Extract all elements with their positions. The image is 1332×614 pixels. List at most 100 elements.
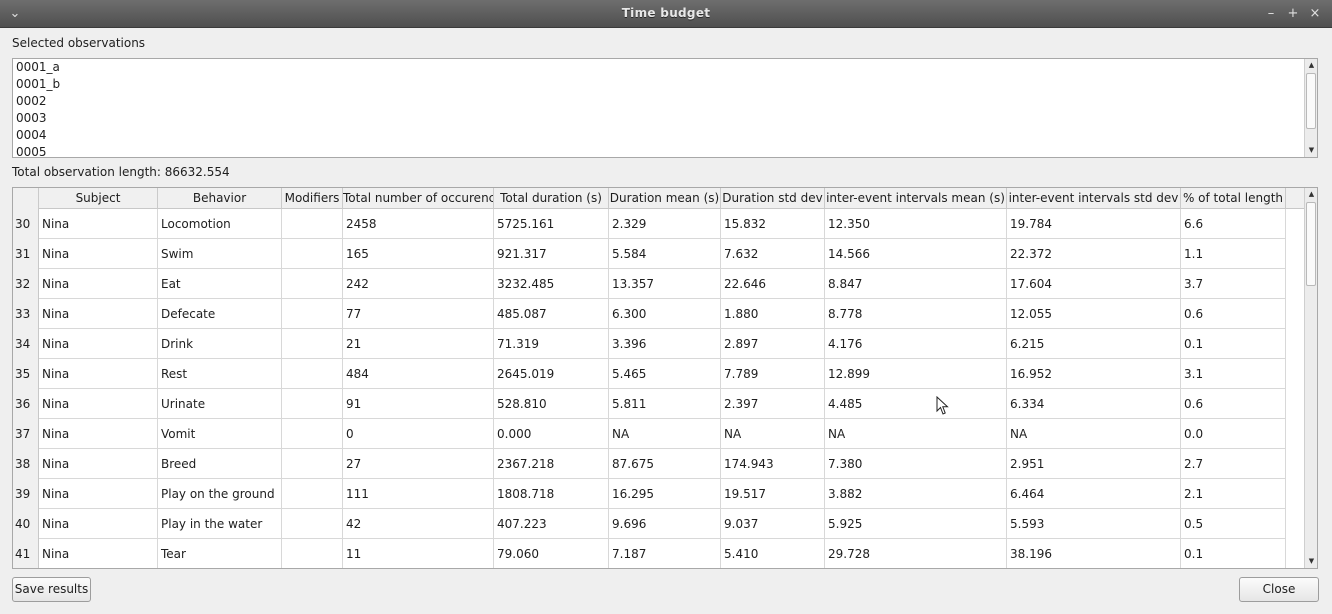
table-cell[interactable]: 16.295	[609, 479, 721, 509]
table-cell[interactable]: Rest	[158, 359, 282, 389]
table-cell[interactable]: Nina	[39, 479, 158, 509]
table-row[interactable]: 30 Nina Locomotion 2458 5725.161 2.329 15.832 1…	[13, 209, 1286, 239]
column-header[interactable]: Total number of occurences	[343, 188, 494, 209]
table-cell[interactable]: 7.632	[721, 239, 825, 269]
table-cell[interactable]: Eat	[158, 269, 282, 299]
table-cell[interactable]: 5.584	[609, 239, 721, 269]
table-cell[interactable]: Vomit	[158, 419, 282, 449]
table-cell[interactable]: 19.784	[1007, 209, 1181, 239]
minimize-icon[interactable]: –	[1262, 5, 1280, 23]
table-cell[interactable]: 12.055	[1007, 299, 1181, 329]
table-row[interactable]: 34 Nina Drink 21 71.319 3.396 2.897 4.176 6.215 0…	[13, 329, 1286, 359]
row-number[interactable]: 39	[13, 479, 39, 509]
table-cell[interactable]: 2.1	[1181, 479, 1286, 509]
close-button[interactable]: Close	[1239, 577, 1319, 602]
table-cell[interactable]	[282, 419, 343, 449]
table-cell[interactable]: 2645.019	[494, 359, 609, 389]
column-header[interactable]: Subject	[39, 188, 158, 209]
table-cell[interactable]: Play on the ground	[158, 479, 282, 509]
table-cell[interactable]: 29.728	[825, 539, 1007, 568]
table-cell[interactable]: Nina	[39, 209, 158, 239]
table-cell[interactable]: 38.196	[1007, 539, 1181, 568]
table-cell[interactable]	[282, 509, 343, 539]
table-cell[interactable]: 6.215	[1007, 329, 1181, 359]
table-cell[interactable]: Tear	[158, 539, 282, 568]
table-cell[interactable]: 7.789	[721, 359, 825, 389]
table-cell[interactable]: 77	[343, 299, 494, 329]
table-cell[interactable]: Nina	[39, 509, 158, 539]
table-cell[interactable]	[282, 329, 343, 359]
table-cell[interactable]: Nina	[39, 329, 158, 359]
table-cell[interactable]: Nina	[39, 539, 158, 568]
column-header[interactable]: % of total length	[1181, 188, 1286, 209]
maximize-icon[interactable]: +	[1284, 5, 1302, 23]
table-cell[interactable]: 0.5	[1181, 509, 1286, 539]
table-cell[interactable]	[282, 239, 343, 269]
table-cell[interactable]: 484	[343, 359, 494, 389]
table-row[interactable]: 36 Nina Urinate 91 528.810 5.811 2.397 4.485 6.3…	[13, 389, 1286, 419]
observations-scrollbar[interactable]: ▲ ▼	[1304, 59, 1317, 157]
table-cell[interactable]: 3.1	[1181, 359, 1286, 389]
table-cell[interactable]: Defecate	[158, 299, 282, 329]
table-cell[interactable]: 2367.218	[494, 449, 609, 479]
column-header[interactable]: Modifiers	[282, 188, 343, 209]
table-cell[interactable]: 3.7	[1181, 269, 1286, 299]
observation-item[interactable]: 0001_b	[13, 76, 1317, 93]
table-cell[interactable]: Nina	[39, 269, 158, 299]
column-header[interactable]: inter-event intervals std dev	[1007, 188, 1181, 209]
table-cell[interactable]: 2.7	[1181, 449, 1286, 479]
row-number[interactable]: 33	[13, 299, 39, 329]
row-number[interactable]: 38	[13, 449, 39, 479]
column-header[interactable]: Duration mean (s)	[609, 188, 721, 209]
table-row[interactable]: 33 Nina Defecate 77 485.087 6.300 1.880 8.778 12…	[13, 299, 1286, 329]
table-cell[interactable]: Nina	[39, 389, 158, 419]
table-cell[interactable]: Drink	[158, 329, 282, 359]
close-icon[interactable]: ×	[1306, 5, 1324, 23]
table-row[interactable]: 38 Nina Breed 27 2367.218 87.675 174.943 7.380 2…	[13, 449, 1286, 479]
table-cell[interactable]: 5.925	[825, 509, 1007, 539]
table-cell[interactable]: 174.943	[721, 449, 825, 479]
table-cell[interactable]: 0.000	[494, 419, 609, 449]
table-cell[interactable]: 2.329	[609, 209, 721, 239]
table-row[interactable]: 41 Nina Tear 11 79.060 7.187 5.410 29.728 38.196…	[13, 539, 1286, 568]
table-cell[interactable]: 6.334	[1007, 389, 1181, 419]
column-header[interactable]: Duration std dev	[721, 188, 825, 209]
observations-list[interactable]: 0001_a 0001_b 0002 0003 0004 0005 ▲ ▼	[12, 58, 1318, 158]
table-cell[interactable]: 1.880	[721, 299, 825, 329]
table-cell[interactable]: 17.604	[1007, 269, 1181, 299]
table-cell[interactable]	[282, 209, 343, 239]
table-cell[interactable]: 3.396	[609, 329, 721, 359]
table-cell[interactable]: Swim	[158, 239, 282, 269]
row-number[interactable]: 36	[13, 389, 39, 419]
row-number[interactable]: 31	[13, 239, 39, 269]
table-cell[interactable]: NA	[721, 419, 825, 449]
observation-item[interactable]: 0005	[13, 144, 1317, 157]
table-cell[interactable]: Locomotion	[158, 209, 282, 239]
row-number[interactable]: 37	[13, 419, 39, 449]
table-cell[interactable]: 87.675	[609, 449, 721, 479]
table-cell[interactable]: 5.410	[721, 539, 825, 568]
table-cell[interactable]: Nina	[39, 299, 158, 329]
row-number[interactable]: 40	[13, 509, 39, 539]
scroll-up-icon[interactable]: ▲	[1305, 188, 1317, 201]
table-cell[interactable]: 8.847	[825, 269, 1007, 299]
table-cell[interactable]	[282, 299, 343, 329]
table-cell[interactable]: Nina	[39, 449, 158, 479]
table-cell[interactable]	[282, 389, 343, 419]
table-cell[interactable]	[282, 269, 343, 299]
table-cell[interactable]: 4.176	[825, 329, 1007, 359]
table-cell[interactable]: 22.646	[721, 269, 825, 299]
table-cell[interactable]: 91	[343, 389, 494, 419]
table-cell[interactable]: 13.357	[609, 269, 721, 299]
table-cell[interactable]: Urinate	[158, 389, 282, 419]
table-cell[interactable]: 16.952	[1007, 359, 1181, 389]
table-cell[interactable]: Nina	[39, 239, 158, 269]
table-cell[interactable]: 5.465	[609, 359, 721, 389]
table-cell[interactable]	[282, 479, 343, 509]
column-header[interactable]: inter-event intervals mean (s)	[825, 188, 1007, 209]
table-cell[interactable]: 9.696	[609, 509, 721, 539]
table-cell[interactable]: 22.372	[1007, 239, 1181, 269]
table-cell[interactable]: 8.778	[825, 299, 1007, 329]
table-cell[interactable]: 6.300	[609, 299, 721, 329]
table-scrollbar[interactable]: ▲ ▼	[1304, 188, 1317, 568]
